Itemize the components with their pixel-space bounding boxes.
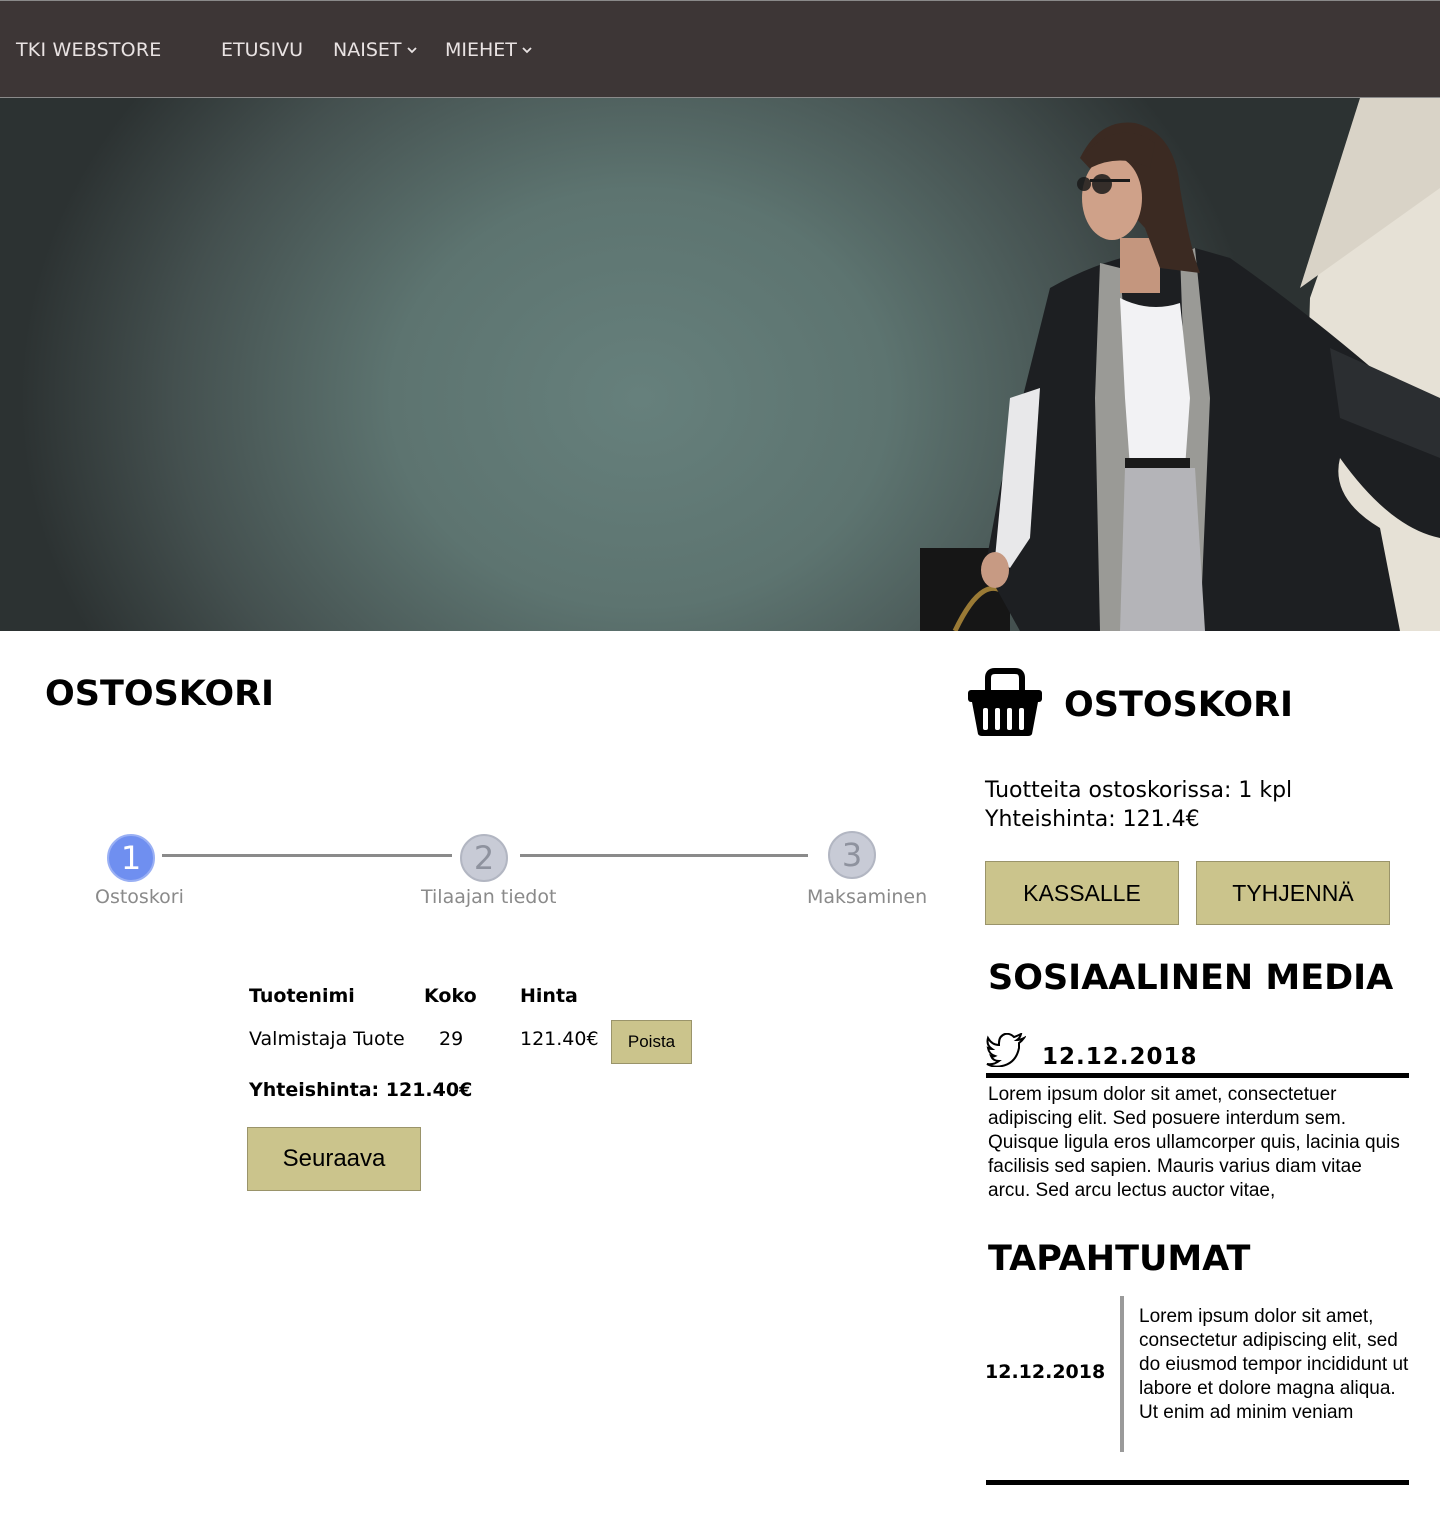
- divider: [986, 1480, 1409, 1485]
- brand-logo-text[interactable]: TKI WEBSTORE: [16, 39, 161, 61]
- column-header-size: Koko: [424, 985, 477, 1007]
- sidebar-cart-title: OSTOSKORI: [1064, 685, 1294, 725]
- step-connector: [162, 854, 452, 857]
- social-media-title: SOSIAALINEN MEDIA: [988, 958, 1394, 998]
- tweet-date: 12.12.2018: [1042, 1044, 1198, 1070]
- chevron-down-icon: [522, 47, 532, 54]
- nav-item-label: MIEHET: [445, 39, 517, 61]
- cart-item-price: 121.40€: [520, 1028, 599, 1050]
- hero-image: [920, 98, 1440, 631]
- remove-item-button[interactable]: Poista: [611, 1020, 692, 1064]
- nav-item-miehet[interactable]: MIEHET: [445, 39, 533, 61]
- divider: [986, 1073, 1409, 1078]
- step-2-circle[interactable]: 2: [460, 834, 508, 882]
- cart-items-count: Tuotteita ostoskorissa: 1 kpl: [985, 778, 1293, 803]
- cart-total-price: Yhteishinta: 121.4€: [985, 807, 1200, 832]
- step-3-label: Maksaminen: [807, 886, 928, 908]
- cart-total: Yhteishinta: 121.40€: [249, 1079, 473, 1101]
- event-divider: [1120, 1296, 1124, 1452]
- cart-summary: Tuotteita ostoskorissa: 1 kpl Yhteishint…: [985, 776, 1292, 834]
- event-text: Lorem ipsum dolor sit amet, consectetur …: [1139, 1306, 1409, 1423]
- step-3-circle[interactable]: 3: [828, 831, 876, 879]
- clear-cart-button[interactable]: TYHJENNÄ: [1196, 861, 1390, 925]
- checkout-stepper: 1 2 3 Ostoskori Tilaajan tiedot Maksamin…: [90, 830, 930, 920]
- cart-item-size: 29: [439, 1028, 464, 1050]
- nav-item-label: NAISET: [333, 39, 402, 61]
- step-number: 2: [473, 839, 495, 877]
- twitter-icon[interactable]: [986, 1033, 1026, 1067]
- tweet-text: Lorem ipsum dolor sit amet, consectetuer…: [988, 1084, 1400, 1201]
- step-1-circle[interactable]: 1: [107, 834, 155, 882]
- column-header-price: Hinta: [520, 985, 578, 1007]
- hero-banner: [0, 98, 1440, 631]
- checkout-button[interactable]: KASSALLE: [985, 861, 1179, 925]
- step-2-label: Tilaajan tiedot: [421, 886, 557, 908]
- top-navbar: TKI WEBSTORE ETUSIVU NAISET MIEHET: [0, 0, 1440, 98]
- nav-item-etusivu[interactable]: ETUSIVU: [221, 39, 303, 61]
- step-number: 1: [120, 839, 142, 877]
- nav-item-naiset[interactable]: NAISET: [333, 39, 418, 61]
- step-connector: [520, 854, 808, 857]
- events-title: TAPAHTUMAT: [988, 1239, 1251, 1279]
- chevron-down-icon: [406, 47, 417, 54]
- cart-item-name: Valmistaja Tuote: [249, 1028, 405, 1050]
- basket-icon: [968, 668, 1042, 736]
- page-title: OSTOSKORI: [45, 674, 275, 714]
- event-date: 12.12.2018: [985, 1361, 1106, 1383]
- column-header-product: Tuotenimi: [249, 985, 355, 1007]
- next-button[interactable]: Seuraava: [247, 1127, 421, 1191]
- step-number: 3: [841, 836, 863, 874]
- nav-item-label: ETUSIVU: [221, 39, 304, 61]
- step-1-label: Ostoskori: [95, 886, 184, 908]
